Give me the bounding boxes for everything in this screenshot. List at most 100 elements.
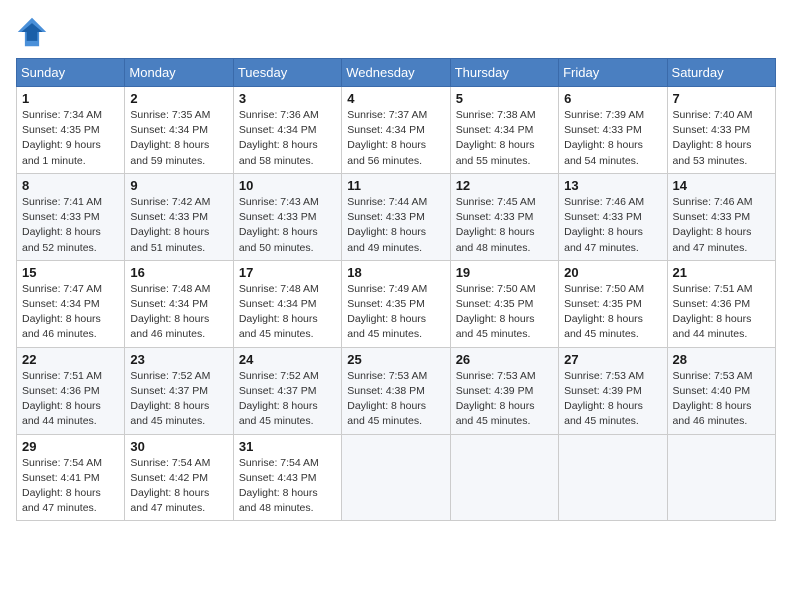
day-number: 18	[347, 265, 444, 280]
calendar-cell: 8 Sunrise: 7:41 AM Sunset: 4:33 PM Dayli…	[17, 173, 125, 260]
day-number: 9	[130, 178, 227, 193]
calendar-week-2: 8 Sunrise: 7:41 AM Sunset: 4:33 PM Dayli…	[17, 173, 776, 260]
day-number: 22	[22, 352, 119, 367]
day-number: 6	[564, 91, 661, 106]
day-number: 25	[347, 352, 444, 367]
day-number: 11	[347, 178, 444, 193]
day-info: Sunrise: 7:34 AM Sunset: 4:35 PM Dayligh…	[22, 108, 119, 169]
calendar-cell: 19 Sunrise: 7:50 AM Sunset: 4:35 PM Dayl…	[450, 260, 558, 347]
calendar-cell: 27 Sunrise: 7:53 AM Sunset: 4:39 PM Dayl…	[559, 347, 667, 434]
calendar-cell: 18 Sunrise: 7:49 AM Sunset: 4:35 PM Dayl…	[342, 260, 450, 347]
logo-icon	[16, 16, 48, 48]
calendar-cell: 16 Sunrise: 7:48 AM Sunset: 4:34 PM Dayl…	[125, 260, 233, 347]
calendar-cell: 29 Sunrise: 7:54 AM Sunset: 4:41 PM Dayl…	[17, 434, 125, 521]
day-info: Sunrise: 7:53 AM Sunset: 4:39 PM Dayligh…	[564, 369, 661, 430]
logo	[16, 16, 52, 48]
calendar-cell: 3 Sunrise: 7:36 AM Sunset: 4:34 PM Dayli…	[233, 87, 341, 174]
day-number: 16	[130, 265, 227, 280]
day-number: 5	[456, 91, 553, 106]
calendar-header-friday: Friday	[559, 59, 667, 87]
day-info: Sunrise: 7:52 AM Sunset: 4:37 PM Dayligh…	[239, 369, 336, 430]
day-info: Sunrise: 7:43 AM Sunset: 4:33 PM Dayligh…	[239, 195, 336, 256]
calendar-cell: 7 Sunrise: 7:40 AM Sunset: 4:33 PM Dayli…	[667, 87, 775, 174]
day-number: 15	[22, 265, 119, 280]
day-info: Sunrise: 7:35 AM Sunset: 4:34 PM Dayligh…	[130, 108, 227, 169]
day-info: Sunrise: 7:54 AM Sunset: 4:43 PM Dayligh…	[239, 456, 336, 517]
day-info: Sunrise: 7:54 AM Sunset: 4:42 PM Dayligh…	[130, 456, 227, 517]
day-info: Sunrise: 7:45 AM Sunset: 4:33 PM Dayligh…	[456, 195, 553, 256]
day-number: 12	[456, 178, 553, 193]
calendar-header-wednesday: Wednesday	[342, 59, 450, 87]
day-number: 31	[239, 439, 336, 454]
calendar-cell: 25 Sunrise: 7:53 AM Sunset: 4:38 PM Dayl…	[342, 347, 450, 434]
calendar-cell: 31 Sunrise: 7:54 AM Sunset: 4:43 PM Dayl…	[233, 434, 341, 521]
day-number: 2	[130, 91, 227, 106]
calendar-cell: 26 Sunrise: 7:53 AM Sunset: 4:39 PM Dayl…	[450, 347, 558, 434]
calendar-cell	[559, 434, 667, 521]
calendar-cell: 30 Sunrise: 7:54 AM Sunset: 4:42 PM Dayl…	[125, 434, 233, 521]
calendar-cell: 11 Sunrise: 7:44 AM Sunset: 4:33 PM Dayl…	[342, 173, 450, 260]
day-info: Sunrise: 7:53 AM Sunset: 4:40 PM Dayligh…	[673, 369, 770, 430]
calendar-header-tuesday: Tuesday	[233, 59, 341, 87]
calendar-cell	[450, 434, 558, 521]
calendar-cell: 2 Sunrise: 7:35 AM Sunset: 4:34 PM Dayli…	[125, 87, 233, 174]
day-info: Sunrise: 7:51 AM Sunset: 4:36 PM Dayligh…	[22, 369, 119, 430]
calendar-week-1: 1 Sunrise: 7:34 AM Sunset: 4:35 PM Dayli…	[17, 87, 776, 174]
day-info: Sunrise: 7:47 AM Sunset: 4:34 PM Dayligh…	[22, 282, 119, 343]
day-number: 23	[130, 352, 227, 367]
day-info: Sunrise: 7:48 AM Sunset: 4:34 PM Dayligh…	[239, 282, 336, 343]
calendar-header-monday: Monday	[125, 59, 233, 87]
day-number: 1	[22, 91, 119, 106]
day-info: Sunrise: 7:52 AM Sunset: 4:37 PM Dayligh…	[130, 369, 227, 430]
calendar-cell: 9 Sunrise: 7:42 AM Sunset: 4:33 PM Dayli…	[125, 173, 233, 260]
day-info: Sunrise: 7:41 AM Sunset: 4:33 PM Dayligh…	[22, 195, 119, 256]
calendar-cell: 21 Sunrise: 7:51 AM Sunset: 4:36 PM Dayl…	[667, 260, 775, 347]
day-number: 8	[22, 178, 119, 193]
day-info: Sunrise: 7:49 AM Sunset: 4:35 PM Dayligh…	[347, 282, 444, 343]
calendar-cell: 13 Sunrise: 7:46 AM Sunset: 4:33 PM Dayl…	[559, 173, 667, 260]
calendar-header-thursday: Thursday	[450, 59, 558, 87]
day-info: Sunrise: 7:51 AM Sunset: 4:36 PM Dayligh…	[673, 282, 770, 343]
day-info: Sunrise: 7:53 AM Sunset: 4:39 PM Dayligh…	[456, 369, 553, 430]
day-number: 3	[239, 91, 336, 106]
day-info: Sunrise: 7:36 AM Sunset: 4:34 PM Dayligh…	[239, 108, 336, 169]
day-number: 17	[239, 265, 336, 280]
day-info: Sunrise: 7:48 AM Sunset: 4:34 PM Dayligh…	[130, 282, 227, 343]
day-number: 10	[239, 178, 336, 193]
calendar-cell	[342, 434, 450, 521]
day-info: Sunrise: 7:50 AM Sunset: 4:35 PM Dayligh…	[564, 282, 661, 343]
calendar-cell: 28 Sunrise: 7:53 AM Sunset: 4:40 PM Dayl…	[667, 347, 775, 434]
day-number: 14	[673, 178, 770, 193]
calendar-cell: 24 Sunrise: 7:52 AM Sunset: 4:37 PM Dayl…	[233, 347, 341, 434]
calendar-cell: 22 Sunrise: 7:51 AM Sunset: 4:36 PM Dayl…	[17, 347, 125, 434]
calendar-header-saturday: Saturday	[667, 59, 775, 87]
day-info: Sunrise: 7:37 AM Sunset: 4:34 PM Dayligh…	[347, 108, 444, 169]
day-number: 13	[564, 178, 661, 193]
calendar-cell: 15 Sunrise: 7:47 AM Sunset: 4:34 PM Dayl…	[17, 260, 125, 347]
calendar-week-5: 29 Sunrise: 7:54 AM Sunset: 4:41 PM Dayl…	[17, 434, 776, 521]
day-number: 20	[564, 265, 661, 280]
day-info: Sunrise: 7:38 AM Sunset: 4:34 PM Dayligh…	[456, 108, 553, 169]
calendar-header-sunday: Sunday	[17, 59, 125, 87]
day-number: 29	[22, 439, 119, 454]
day-number: 24	[239, 352, 336, 367]
calendar-cell: 23 Sunrise: 7:52 AM Sunset: 4:37 PM Dayl…	[125, 347, 233, 434]
calendar-header-row: SundayMondayTuesdayWednesdayThursdayFrid…	[17, 59, 776, 87]
calendar-week-4: 22 Sunrise: 7:51 AM Sunset: 4:36 PM Dayl…	[17, 347, 776, 434]
day-info: Sunrise: 7:46 AM Sunset: 4:33 PM Dayligh…	[564, 195, 661, 256]
day-info: Sunrise: 7:39 AM Sunset: 4:33 PM Dayligh…	[564, 108, 661, 169]
day-info: Sunrise: 7:50 AM Sunset: 4:35 PM Dayligh…	[456, 282, 553, 343]
calendar-cell: 4 Sunrise: 7:37 AM Sunset: 4:34 PM Dayli…	[342, 87, 450, 174]
day-number: 4	[347, 91, 444, 106]
calendar-cell	[667, 434, 775, 521]
day-number: 19	[456, 265, 553, 280]
page-header	[16, 16, 776, 48]
calendar-cell: 10 Sunrise: 7:43 AM Sunset: 4:33 PM Dayl…	[233, 173, 341, 260]
calendar-cell: 17 Sunrise: 7:48 AM Sunset: 4:34 PM Dayl…	[233, 260, 341, 347]
day-info: Sunrise: 7:42 AM Sunset: 4:33 PM Dayligh…	[130, 195, 227, 256]
day-info: Sunrise: 7:53 AM Sunset: 4:38 PM Dayligh…	[347, 369, 444, 430]
day-info: Sunrise: 7:44 AM Sunset: 4:33 PM Dayligh…	[347, 195, 444, 256]
calendar-cell: 6 Sunrise: 7:39 AM Sunset: 4:33 PM Dayli…	[559, 87, 667, 174]
calendar-table: SundayMondayTuesdayWednesdayThursdayFrid…	[16, 58, 776, 521]
calendar-cell: 14 Sunrise: 7:46 AM Sunset: 4:33 PM Dayl…	[667, 173, 775, 260]
